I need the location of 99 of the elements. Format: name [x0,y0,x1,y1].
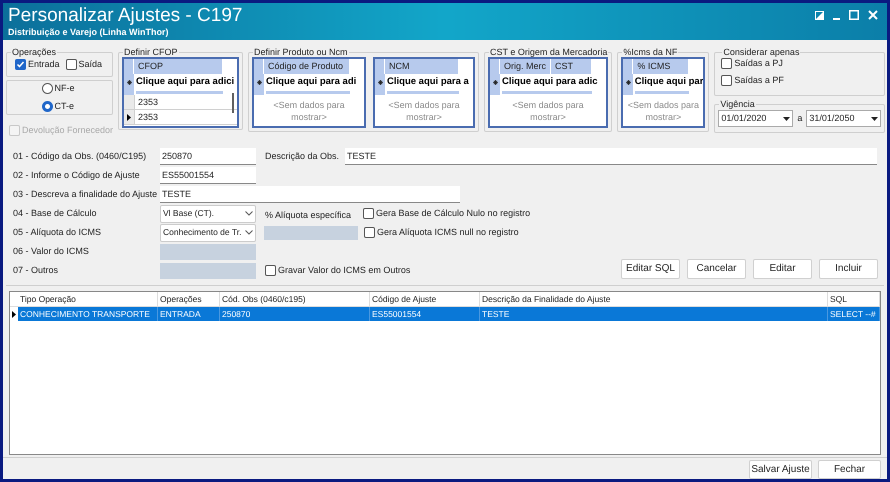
action-button[interactable]: Editar [753,258,812,278]
current-row-icon [12,310,16,318]
empty-message: <Sem dados para mostrar> [387,99,461,123]
asterisk-icon [126,80,132,84]
checkbox-label: Gera Alíquota ICMS null no registro [377,226,519,239]
new-row-prompt[interactable]: Clique aqui para a [385,74,469,90]
field-label: % Alíquota específica [265,208,352,222]
table-cell: 250870 [220,307,370,321]
column-header[interactable]: Cód. Obs (0460/c195) [220,292,370,306]
table-cell: ES55001554 [370,307,480,321]
action-button[interactable]: Cancelar [687,258,746,278]
dropdown[interactable]: Conhecimento de Tr. [160,224,256,242]
checkbox-label: Gravar Valor do ICMS em Outros [278,264,410,277]
radio-label: CT-e [54,100,74,112]
checkbox-label: Saídas a PF [734,74,784,86]
field-label: 07 - Outros [13,264,60,277]
asterisk-icon [378,80,382,84]
field-label: 02 - Informe o Código de Ajuste [13,168,141,182]
field-label: 03 - Descreva a finalidade do Ajuste [13,188,158,201]
radio-button[interactable] [42,100,52,112]
maximize-icon[interactable] [849,10,859,20]
filter-row [387,91,459,94]
checkbox-label: Saídas a PJ [734,57,783,70]
dropdown[interactable]: Vl Base (CT). [160,204,256,222]
checkbox-label: Devolução Fornecedor [22,124,114,137]
checkbox[interactable] [721,58,732,70]
new-row-prompt[interactable]: Clique aqui para adic [500,74,598,90]
column-header[interactable]: CST [551,59,592,74]
footer-button[interactable]: Salvar Ajuste [749,460,812,479]
group-title: Definir CFOP [123,47,179,57]
input-field[interactable]: 250870 [160,148,256,165]
scrollbar-thumb[interactable] [232,93,234,113]
checkbox[interactable] [721,74,732,86]
asterisk-icon [492,80,498,84]
filter-row [635,91,690,94]
empty-message: <Sem dados para mostrar> [626,99,700,123]
action-button[interactable]: Editar SQL [621,258,680,278]
table-cell: SELECT --# [828,307,880,321]
group-title: Considerar apenas [722,47,800,57]
window-title: Personalizar Ajustes - C197 [8,4,242,27]
field-label: Descrição da Obs. [265,150,340,163]
column-header[interactable]: NCM [385,59,459,74]
column-header[interactable]: Tipo Operação [18,292,158,306]
table-cell: 2353 [134,110,223,124]
column-header[interactable]: CFOP [134,59,223,74]
checkbox[interactable] [265,265,276,276]
asterisk-icon [626,80,631,84]
checkbox-label: Gera Base de Cálculo Nulo no registro [376,206,530,220]
asterisk-icon [256,80,262,84]
checkbox-label: Saída [78,58,102,71]
column-header[interactable]: Código de Produto [264,59,350,74]
table-row[interactable]: CONHECIMENTO TRANSPORTE ENTRADA 250870 ES55001554 TESTE SELECT --# [10,307,880,321]
field-label: 01 - Código da Obs. (0460/C195) [13,150,148,163]
empty-message: <Sem dados para mostrar> [511,99,585,123]
table-cell: TESTE [480,307,828,321]
table-cell: CONHECIMENTO TRANSPORTE [18,307,158,321]
column-header[interactable]: Operações [158,292,220,306]
range-separator: a [797,112,802,125]
group-title: Vigência [719,99,756,109]
action-button[interactable]: Incluir [819,258,878,278]
close-icon[interactable] [868,10,878,20]
dropdown-arrow-icon[interactable] [871,116,878,120]
field-label: 06 - Valor do ICMS [13,244,90,258]
window-subtitle: Distribuição e Varejo (Linha WinThor) [8,27,170,38]
checkbox[interactable] [363,208,374,219]
group-title: Operações [11,47,58,57]
table-cell: 2353 [134,95,223,109]
input-field[interactable]: ES55001554 [160,167,256,184]
restore-icon[interactable] [815,10,824,20]
chevron-down-icon[interactable] [245,211,253,216]
group-title: Definir Produto ou Ncm [253,47,349,57]
column-header[interactable]: Orig. Merc [500,59,552,74]
input-field[interactable]: TESTE [345,148,877,165]
group-title: %Icms da NF [622,47,678,57]
table-cell: ENTRADA [158,307,220,321]
checkbox[interactable] [66,59,77,70]
radio-label: NF-e [54,82,74,95]
date-field[interactable]: 01/01/2020 [718,110,794,127]
footer-button[interactable]: Fechar [818,460,881,479]
input-field[interactable]: TESTE [160,186,460,203]
column-header[interactable]: SQL [828,292,880,306]
field-label: 04 - Base de Cálculo [13,206,98,220]
radio-button[interactable] [42,83,52,94]
column-header[interactable]: Código de Ajuste [370,292,480,306]
checkbox-label: Entrada [28,58,60,71]
checkbox[interactable] [364,227,375,238]
current-row-icon [127,114,131,120]
column-header[interactable]: Descrição da Finalidade do Ajuste [480,292,828,306]
new-row-prompt[interactable]: Clique aqui para adici [134,74,234,90]
new-row-prompt[interactable]: Clique aqui para adi [264,74,356,90]
group-title: CST e Origem da Mercadoria [489,47,608,57]
dropdown-arrow-icon[interactable] [783,116,790,120]
empty-message: <Sem dados para mostrar> [272,99,346,123]
chevron-down-icon[interactable] [245,230,253,235]
field-label: 05 - Alíquota do ICMS [13,226,102,239]
new-row-prompt[interactable]: Clique aqui par [632,74,704,90]
column-header[interactable]: % ICMS [633,59,690,74]
checkbox[interactable] [15,59,26,70]
date-field[interactable]: 31/01/2050 [806,110,882,127]
